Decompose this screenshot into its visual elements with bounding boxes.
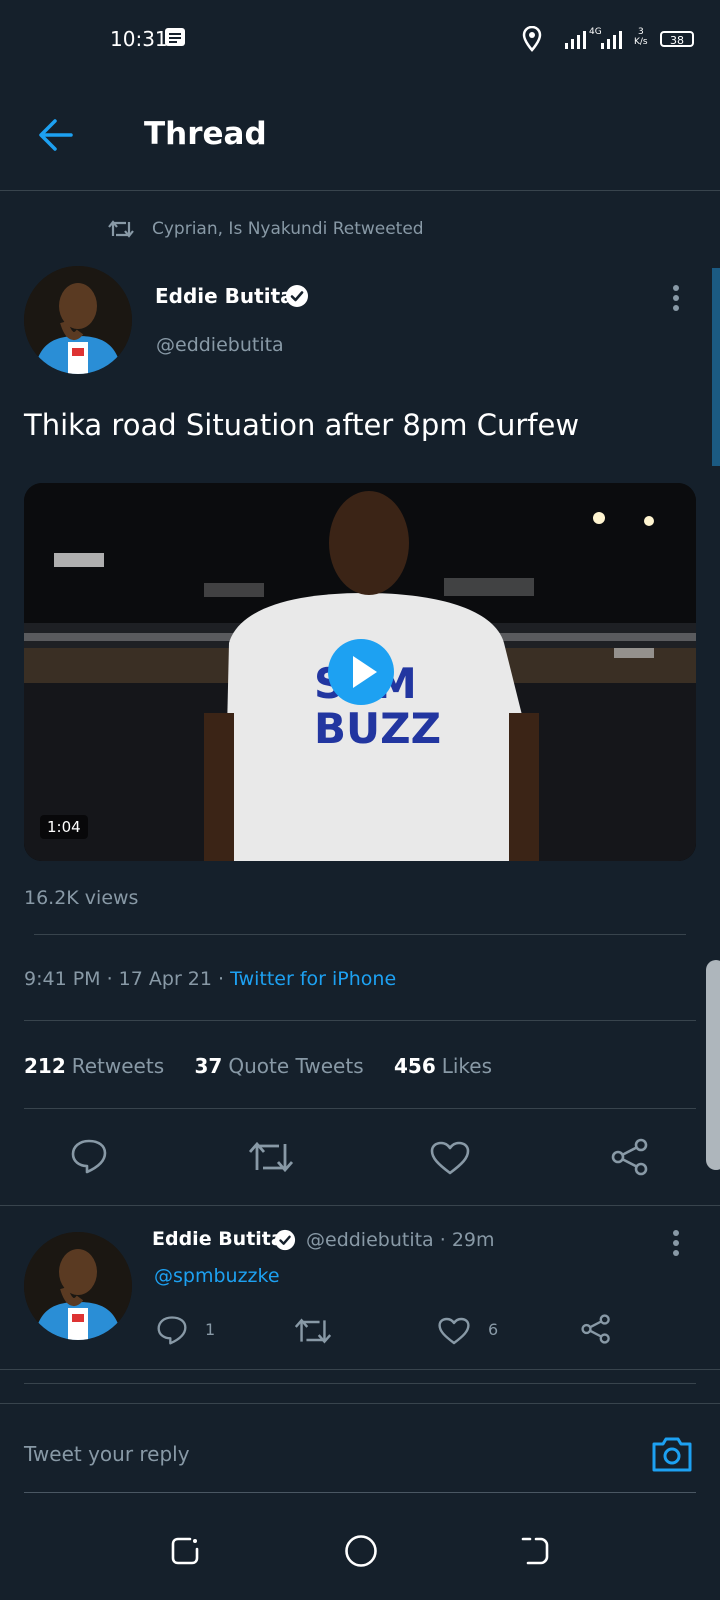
date-divider bbox=[24, 1020, 696, 1021]
quote-tweets-count: 37 bbox=[194, 1054, 223, 1078]
reply-divider bbox=[0, 1369, 720, 1370]
loading-divider bbox=[24, 1383, 696, 1384]
time-date: 9:41 PM · 17 Apr 21 · bbox=[24, 968, 231, 990]
avatar[interactable] bbox=[24, 266, 132, 374]
signal-icon: 4G bbox=[565, 25, 631, 51]
location-icon bbox=[522, 26, 542, 52]
reply-author-handle[interactable]: @eddiebutita · 29m bbox=[306, 1229, 495, 1251]
message-notification-icon bbox=[164, 27, 186, 47]
reply-like-heart-icon[interactable] bbox=[438, 1317, 470, 1345]
reply-mention-link[interactable]: @spmbuzzke bbox=[154, 1265, 280, 1287]
reply-input[interactable]: Tweet your reply bbox=[24, 1442, 190, 1466]
scrollbar-thumb[interactable] bbox=[712, 268, 720, 466]
header-divider bbox=[0, 190, 720, 191]
like-heart-icon[interactable] bbox=[430, 1141, 470, 1175]
tweet-timestamp: 9:41 PM · 17 Apr 21 · Twitter for iPhone bbox=[24, 968, 396, 990]
composer-underline bbox=[24, 1492, 696, 1493]
retweet-icon[interactable] bbox=[249, 1140, 293, 1174]
speed-unit: K/s bbox=[634, 37, 648, 47]
recent-apps-icon[interactable] bbox=[170, 1536, 200, 1566]
back-nav-icon[interactable] bbox=[520, 1536, 550, 1566]
page-title: Thread bbox=[144, 116, 267, 152]
author-name[interactable]: Eddie Butita bbox=[155, 284, 294, 308]
play-button-icon[interactable] bbox=[327, 638, 395, 706]
share-icon[interactable] bbox=[610, 1138, 650, 1176]
video-duration: 1:04 bbox=[40, 815, 88, 839]
retweet-context-text[interactable]: Cyprian, Is Nyakundi Retweeted bbox=[152, 219, 424, 239]
status-bar: 10:31 4G 3 K/s 38 bbox=[0, 0, 720, 80]
back-arrow-icon[interactable] bbox=[38, 118, 74, 152]
reply-verified-badge-icon bbox=[274, 1229, 296, 1251]
network-type: 4G bbox=[589, 27, 602, 37]
reply-reply-count: 1 bbox=[205, 1320, 216, 1339]
reply-like-count: 6 bbox=[488, 1320, 499, 1339]
speed-value: 3 bbox=[637, 27, 644, 37]
likes-count: 456 bbox=[393, 1054, 436, 1078]
reply-share-icon[interactable] bbox=[580, 1314, 612, 1344]
views-divider bbox=[34, 934, 686, 935]
likes-label: Likes bbox=[441, 1054, 493, 1078]
quote-tweets-stat[interactable]: 37 Quote Tweets bbox=[194, 1054, 387, 1078]
quote-tweets-label: Quote Tweets bbox=[228, 1054, 364, 1078]
tweet-stats: 212 Retweets 37 Quote Tweets 456 Likes bbox=[24, 1054, 516, 1078]
retweets-stat[interactable]: 212 Retweets bbox=[24, 1054, 188, 1078]
retweet-context-icon bbox=[108, 218, 134, 240]
home-circle-icon[interactable] bbox=[344, 1534, 378, 1568]
stats-divider bbox=[24, 1108, 696, 1109]
action-divider bbox=[0, 1205, 720, 1206]
retweets-label: Retweets bbox=[71, 1054, 165, 1078]
tweet-source-link[interactable]: Twitter for iPhone bbox=[230, 968, 396, 990]
retweets-count: 212 bbox=[24, 1054, 66, 1078]
battery-indicator: 38 bbox=[660, 31, 694, 47]
reply-reply-icon[interactable] bbox=[156, 1315, 188, 1345]
author-handle[interactable]: @eddiebutita bbox=[156, 334, 284, 356]
network-speed: 3 K/s bbox=[634, 27, 648, 47]
system-nav-bar bbox=[0, 1500, 720, 1600]
reply-icon[interactable] bbox=[70, 1138, 108, 1174]
tweet-text: Thika road Situation after 8pm Curfew bbox=[24, 408, 580, 442]
more-options-icon[interactable] bbox=[672, 284, 680, 312]
likes-stat[interactable]: 456 Likes bbox=[394, 1054, 516, 1078]
avatar-image bbox=[24, 266, 132, 374]
reply-retweet-icon[interactable] bbox=[295, 1317, 331, 1345]
verified-badge-icon bbox=[285, 284, 309, 308]
camera-icon[interactable] bbox=[651, 1435, 693, 1473]
edge-panel-handle[interactable] bbox=[706, 960, 720, 1170]
reply-avatar[interactable] bbox=[24, 1232, 132, 1340]
view-count: 16.2K views bbox=[24, 887, 139, 909]
reply-more-options-icon[interactable] bbox=[672, 1229, 680, 1257]
reply-avatar-image bbox=[24, 1232, 132, 1340]
status-time: 10:31 bbox=[110, 27, 168, 51]
reply-author-name[interactable]: Eddie Butita bbox=[152, 1228, 284, 1250]
composer-top-divider bbox=[0, 1403, 720, 1404]
shirt-text-bottom: BUZZ bbox=[314, 704, 441, 753]
